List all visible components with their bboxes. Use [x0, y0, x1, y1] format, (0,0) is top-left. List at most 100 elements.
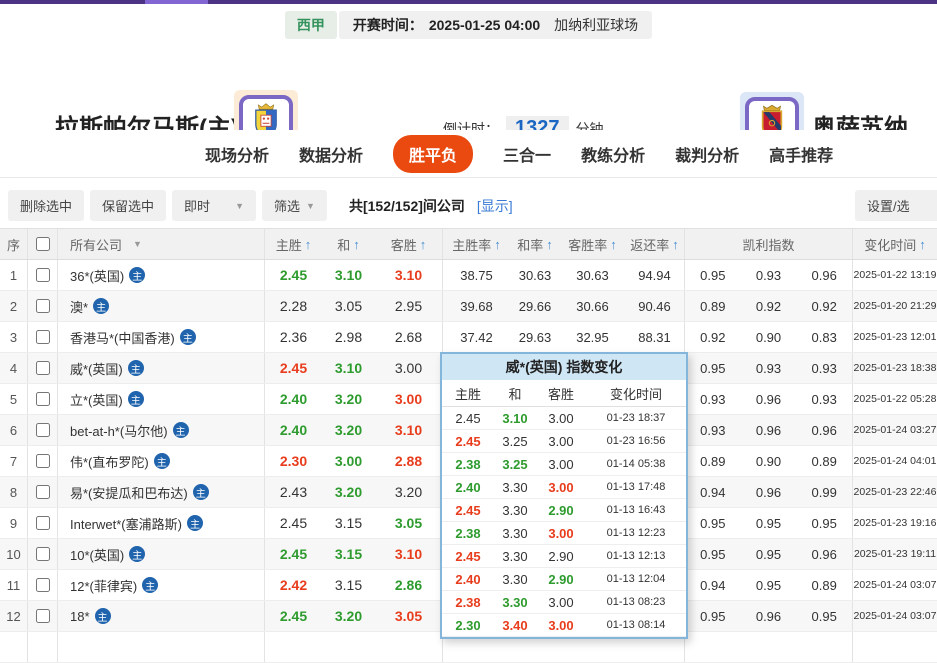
row-checkbox[interactable] — [36, 578, 50, 592]
odds-mode-dropdown[interactable]: 即时 ▼ — [172, 190, 256, 221]
company-cell[interactable]: 立*(英国)主 — [58, 384, 265, 414]
delete-selected-button[interactable]: 删除选中 — [8, 190, 84, 221]
row-checkbox[interactable] — [36, 392, 50, 406]
row-index: 3 — [0, 322, 28, 352]
header-draw-rate-label: 和率 — [517, 235, 543, 254]
tab-referee-analysis[interactable]: 裁判分析 — [675, 142, 739, 166]
kelly-draw: 0.96 — [741, 392, 797, 407]
keep-selected-button[interactable]: 保留选中 — [90, 190, 166, 221]
header-away-rate[interactable]: 客胜率 ↑ — [560, 229, 625, 259]
home-odds: 2.36 — [265, 322, 322, 352]
team-header: 拉斯帕尔马斯(主) 倒计时： 1327 分钟 — [0, 40, 937, 130]
main-company-icon: 主 — [193, 484, 209, 500]
row-index: 5 — [0, 384, 28, 414]
header-company[interactable]: 所有公司 ▼ — [58, 229, 265, 259]
row-checkbox[interactable] — [36, 299, 50, 313]
tab-data-analysis[interactable]: 数据分析 — [299, 142, 363, 166]
table-row[interactable]: 3香港马*(中国香港)主2.362.982.6837.4229.6332.958… — [0, 322, 937, 353]
header-away-rate-label: 客胜率 — [568, 235, 607, 254]
company-cell[interactable]: 伟*(直布罗陀)主 — [58, 446, 265, 476]
kelly-away: 0.93 — [796, 361, 852, 376]
header-company-label: 所有公司 — [70, 235, 122, 254]
company-cell[interactable]: 威*(英国)主 — [58, 353, 265, 383]
progress-bar-highlight — [145, 0, 208, 4]
header-draw-odds[interactable]: 和 ↑ — [322, 229, 375, 259]
home-odds: 2.43 — [265, 477, 322, 507]
header-return-rate-label: 返还率 — [630, 235, 669, 254]
company-cell[interactable]: 36*(英国) 主 — [58, 260, 265, 290]
away-odds: 3.05 — [375, 508, 443, 538]
company-cell[interactable]: 18*主 — [58, 601, 265, 631]
header-away-odds[interactable]: 客胜 ↑ — [375, 229, 443, 259]
row-checkbox[interactable] — [36, 485, 50, 499]
change-time: 2025-01-22 13:19 — [853, 260, 937, 290]
header-home-rate[interactable]: 主胜率 ↑ — [443, 229, 510, 259]
filter-dropdown[interactable]: 筛选 ▼ — [262, 190, 327, 221]
main-company-icon: 主 — [129, 267, 145, 283]
home-odds: 2.40 — [265, 415, 322, 445]
header-change-time[interactable]: 变化时间 ↑ — [853, 229, 937, 259]
return-rate: 90.46 — [625, 291, 685, 321]
row-checkbox[interactable] — [36, 609, 50, 623]
header-home-odds[interactable]: 主胜 ↑ — [265, 229, 322, 259]
row-checkbox[interactable] — [36, 516, 50, 530]
company-cell[interactable]: 澳*主 — [58, 291, 265, 321]
kelly-home: 0.95 — [685, 516, 741, 531]
away-rate: 30.63 — [560, 260, 625, 290]
select-all-checkbox[interactable] — [36, 237, 50, 251]
away-odds: 3.00 — [375, 353, 443, 383]
company-cell[interactable]: 12*(菲律宾)主 — [58, 570, 265, 600]
home-odds: 2.40 — [265, 384, 322, 414]
checkbox-cell — [28, 539, 58, 569]
empty-cell — [322, 632, 375, 662]
away-odds: 2.68 — [375, 322, 443, 352]
popup-home-odds: 2.30 — [442, 618, 494, 633]
change-time: 2025-01-22 05:28 — [853, 384, 937, 414]
home-odds: 2.45 — [265, 353, 322, 383]
popup-change-time: 01-13 12:04 — [586, 573, 686, 585]
empty-cell — [0, 632, 28, 662]
table-row[interactable]: 2澳*主2.283.052.9539.6829.6630.6690.460.89… — [0, 291, 937, 322]
row-index: 8 — [0, 477, 28, 507]
company-cell[interactable]: Interwet*(塞浦路斯)主 — [58, 508, 265, 538]
sort-up-icon: ↑ — [353, 237, 360, 252]
tab-live-analysis[interactable]: 现场分析 — [205, 142, 269, 166]
header-draw-rate[interactable]: 和率 ↑ — [510, 229, 560, 259]
popup-home-odds: 2.38 — [442, 457, 494, 472]
settings-button[interactable]: 设置/选 — [855, 190, 937, 221]
row-checkbox[interactable] — [36, 268, 50, 282]
row-checkbox[interactable] — [36, 330, 50, 344]
empty-cell — [58, 632, 265, 662]
company-cell[interactable]: 易*(安提瓜和巴布达)主 — [58, 477, 265, 507]
popup-change-time: 01-23 18:37 — [586, 412, 686, 424]
away-odds: 3.20 — [375, 477, 443, 507]
header-return-rate[interactable]: 返还率 ↑ — [625, 229, 685, 259]
row-index: 4 — [0, 353, 28, 383]
row-checkbox[interactable] — [36, 361, 50, 375]
company-name: 36*(英国) — [70, 266, 124, 285]
popup-home-odds: 2.45 — [442, 503, 494, 518]
header-away-odds-label: 客胜 — [391, 235, 417, 254]
company-cell[interactable]: bet-at-h*(马尔他)主 — [58, 415, 265, 445]
company-name: 香港马*(中国香港) — [70, 328, 175, 347]
row-index: 7 — [0, 446, 28, 476]
main-company-icon: 主 — [154, 453, 170, 469]
home-odds: 2.45 — [265, 508, 322, 538]
checkbox-cell — [28, 322, 58, 352]
tab-coach-analysis[interactable]: 教练分析 — [581, 142, 645, 166]
header-checkbox-cell — [28, 229, 58, 259]
away-odds: 3.10 — [375, 260, 443, 290]
table-row[interactable]: 136*(英国)主2.453.103.1038.7530.6330.6394.9… — [0, 260, 937, 291]
home-rate: 39.68 — [443, 291, 510, 321]
company-cell[interactable]: 10*(英国)主 — [58, 539, 265, 569]
popup-draw-odds: 3.30 — [494, 526, 536, 541]
show-link[interactable]: [显示] — [477, 196, 513, 216]
tab-win-draw-lose[interactable]: 胜平负 — [393, 135, 473, 173]
row-checkbox[interactable] — [36, 423, 50, 437]
row-checkbox[interactable] — [36, 547, 50, 561]
company-cell[interactable]: 香港马*(中国香港)主 — [58, 322, 265, 352]
kelly-draw: 0.96 — [741, 609, 797, 624]
tab-three-in-one[interactable]: 三合一 — [503, 142, 551, 166]
row-checkbox[interactable] — [36, 454, 50, 468]
tab-expert-picks[interactable]: 高手推荐 — [769, 142, 833, 166]
